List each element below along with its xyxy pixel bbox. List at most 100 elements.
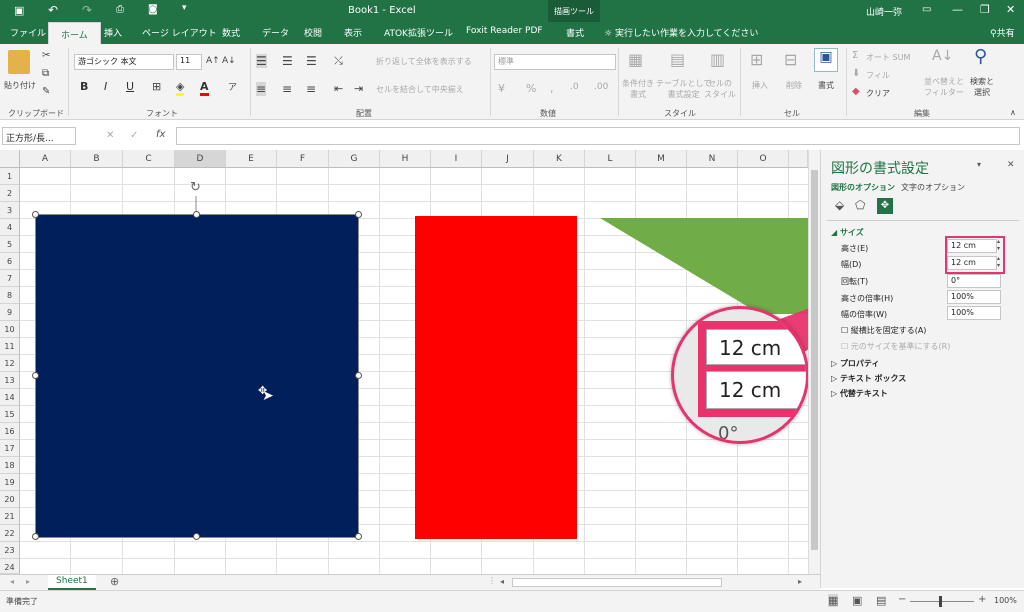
sort-filter-icon[interactable]: A↓: [932, 48, 953, 64]
page-layout-view-icon[interactable]: ▣: [852, 594, 862, 607]
column-header[interactable]: N: [687, 150, 738, 168]
row-header[interactable]: 9: [0, 304, 20, 321]
scroll-left-icon[interactable]: ◂: [500, 577, 504, 586]
column-header[interactable]: A: [20, 150, 71, 168]
properties-section[interactable]: ▷ プロパティ: [831, 358, 879, 369]
format-cells-button[interactable]: 書式: [818, 80, 834, 91]
row-header[interactable]: 15: [0, 406, 20, 423]
row-header[interactable]: 4: [0, 219, 20, 236]
sort-filter-button[interactable]: 並べ替えと フィルター: [924, 76, 964, 98]
zoom-slider-thumb[interactable]: [939, 596, 942, 607]
font-size-select[interactable]: 11: [176, 54, 202, 70]
row-header[interactable]: 6: [0, 253, 20, 270]
red-rectangle-shape[interactable]: [415, 216, 577, 539]
clear-icon[interactable]: ◆: [852, 86, 860, 97]
enter-icon[interactable]: ✓: [130, 130, 138, 141]
column-header-overflow[interactable]: [789, 150, 808, 168]
row-header[interactable]: 23: [0, 542, 20, 559]
border-icon[interactable]: ⊞: [152, 80, 161, 93]
row-header[interactable]: 8: [0, 287, 20, 304]
row-header[interactable]: 18: [0, 457, 20, 474]
user-name[interactable]: 山崎一弥: [866, 5, 902, 18]
resize-handle[interactable]: [32, 372, 39, 379]
zoom-in-icon[interactable]: +: [978, 594, 986, 605]
column-header[interactable]: B: [71, 150, 123, 168]
tab-formulas[interactable]: 数式: [222, 26, 240, 39]
cell-styles-button[interactable]: セルの スタイル: [704, 78, 736, 100]
tab-home[interactable]: ホーム: [48, 22, 101, 44]
prev-sheet-icon[interactable]: ◂: [10, 577, 14, 586]
row-header[interactable]: 10: [0, 321, 20, 338]
conditional-format-icon[interactable]: ▦: [628, 50, 643, 69]
row-header[interactable]: 12: [0, 355, 20, 372]
ribbon-display-icon[interactable]: ▭: [922, 4, 931, 15]
row-header[interactable]: 21: [0, 508, 20, 525]
column-header[interactable]: O: [738, 150, 789, 168]
scale-height-input[interactable]: 100%: [947, 290, 1001, 304]
column-header[interactable]: G: [329, 150, 380, 168]
align-middle-icon[interactable]: ☰: [282, 54, 293, 68]
scale-width-input[interactable]: 100%: [947, 306, 1001, 320]
select-all-corner[interactable]: [0, 150, 20, 168]
next-sheet-icon[interactable]: ▸: [26, 577, 30, 586]
clear-button[interactable]: クリア: [866, 88, 890, 99]
split-handle-icon[interactable]: ⋮: [488, 576, 496, 585]
add-sheet-icon[interactable]: ⊕: [110, 575, 119, 588]
row-header[interactable]: 19: [0, 474, 20, 491]
column-header[interactable]: K: [534, 150, 585, 168]
horizontal-scroll-thumb[interactable]: [512, 578, 722, 587]
save-icon[interactable]: ▣: [14, 4, 24, 17]
tab-insert[interactable]: 挿入: [104, 26, 122, 39]
zoom-slider-track[interactable]: [910, 601, 974, 602]
undo-icon[interactable]: ↶: [48, 3, 58, 17]
zoom-level[interactable]: 100%: [994, 596, 1017, 605]
grow-font-icon[interactable]: A↑: [206, 56, 220, 66]
paste-button[interactable]: 貼り付け: [4, 80, 36, 91]
page-break-view-icon[interactable]: ▤: [876, 594, 886, 607]
height-spinner-icon[interactable]: ▴ ▾: [997, 238, 1000, 252]
size-properties-icon[interactable]: ✥: [877, 198, 893, 214]
tab-format[interactable]: 書式: [566, 26, 584, 39]
vertical-scroll-thumb[interactable]: [811, 170, 818, 550]
minimize-icon[interactable]: —: [952, 3, 963, 16]
effects-icon[interactable]: ⬠: [855, 198, 865, 212]
restore-icon[interactable]: ❐: [980, 3, 990, 16]
delete-cells-button[interactable]: 削除: [786, 80, 802, 91]
width-input[interactable]: 12 cm: [947, 256, 997, 270]
name-box[interactable]: 正方形/長...: [2, 127, 76, 145]
italic-icon[interactable]: I: [104, 80, 107, 93]
camera-icon[interactable]: ◙: [148, 4, 158, 15]
collapse-ribbon-icon[interactable]: ∧: [1010, 108, 1016, 117]
resize-handle[interactable]: [355, 372, 362, 379]
fill-color-icon[interactable]: ◈: [176, 80, 185, 96]
tab-review[interactable]: 校閲: [304, 26, 322, 39]
format-as-table-icon[interactable]: ▤: [670, 50, 685, 69]
insert-cells-icon[interactable]: ⊞: [750, 50, 763, 69]
tab-shape-options[interactable]: 図形のオプション: [831, 182, 895, 193]
align-bottom-icon[interactable]: ☰: [306, 54, 317, 68]
cancel-icon[interactable]: ✕: [106, 130, 114, 141]
row-header[interactable]: 5: [0, 236, 20, 253]
underline-icon[interactable]: U: [126, 80, 134, 93]
height-input[interactable]: 12 cm: [947, 239, 997, 253]
relative-size-checkbox[interactable]: ☐ 元のサイズを基準にする(R): [841, 341, 950, 352]
find-select-button[interactable]: 検索と 選択: [970, 76, 994, 98]
format-painter-icon[interactable]: ✎: [42, 86, 50, 97]
bold-icon[interactable]: B: [80, 80, 88, 93]
row-header[interactable]: 22: [0, 525, 20, 542]
resize-handle[interactable]: [32, 533, 39, 540]
fx-button[interactable]: fx: [156, 129, 165, 140]
row-header[interactable]: 11: [0, 338, 20, 355]
align-right-icon[interactable]: ≡: [306, 82, 316, 96]
print-preview-icon[interactable]: ⎙: [116, 4, 124, 15]
percent-icon[interactable]: %: [526, 82, 536, 95]
alt-text-section[interactable]: ▷ 代替テキスト: [831, 388, 888, 399]
tab-text-options[interactable]: 文字のオプション: [901, 182, 965, 193]
insert-cells-button[interactable]: 挿入: [752, 80, 768, 91]
merge-center-button[interactable]: セルを結合して中央揃え: [376, 84, 464, 95]
align-center-icon[interactable]: ≡: [282, 82, 292, 96]
lock-aspect-checkbox[interactable]: ☐ 縦横比を固定する(A): [841, 325, 926, 336]
increase-decimal-icon[interactable]: .0: [570, 82, 579, 92]
paste-icon[interactable]: [8, 50, 30, 74]
row-header[interactable]: 20: [0, 491, 20, 508]
